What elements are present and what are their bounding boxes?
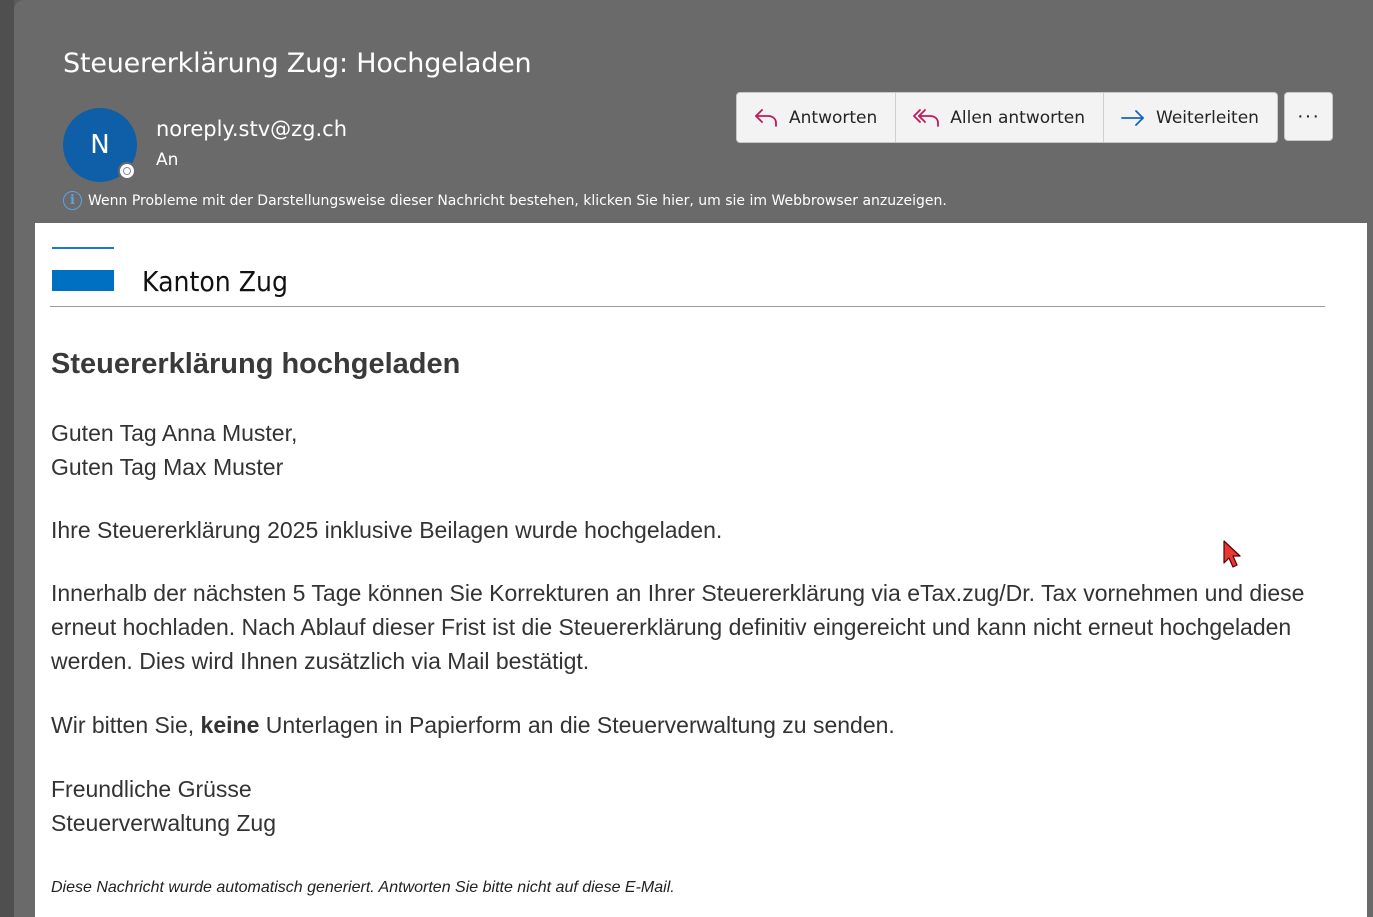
paragraph-no-paper-post: Unterlagen in Papierform an die Steuerve… <box>259 712 895 738</box>
reply-all-label: Allen antworten <box>950 107 1086 128</box>
forward-button[interactable]: Weiterleiten <box>1104 93 1277 142</box>
presence-status-icon <box>118 162 136 180</box>
kanton-zug-logo <box>52 270 114 291</box>
reply-icon <box>755 108 777 127</box>
paragraph-no-paper-bold: keine <box>200 712 260 738</box>
forward-icon <box>1121 109 1144 126</box>
greeting-line-1: Guten Tag Anna Muster, <box>51 420 298 446</box>
info-message[interactable]: Wenn Probleme mit der Darstellungsweise … <box>88 193 947 209</box>
info-bar[interactable]: i Wenn Probleme mit der Darstellungsweis… <box>63 191 947 210</box>
more-actions-button[interactable]: ··· <box>1284 92 1333 141</box>
window-edge <box>0 0 14 917</box>
brand-name: Kanton Zug <box>142 265 289 298</box>
reply-button[interactable]: Antworten <box>737 93 897 142</box>
divider <box>50 306 1325 307</box>
paragraph-no-paper: Wir bitten Sie, keine Unterlagen in Papi… <box>51 708 1341 742</box>
greeting: Guten Tag Anna Muster, Guten Tag Max Mus… <box>51 416 1341 484</box>
recipient-label[interactable]: An <box>156 150 178 170</box>
sender-address[interactable]: noreply.stv@zg.ch <box>156 117 347 141</box>
email-body: Kanton Zug Steuererklärung hochgeladen G… <box>35 223 1367 917</box>
paragraph-corrections: Innerhalb der nächsten 5 Tage können Sie… <box>51 580 1305 674</box>
email-subject: Steuererklärung Zug: Hochgeladen <box>63 48 532 79</box>
closing-line-2: Steuerverwaltung Zug <box>51 810 277 836</box>
closing: Freundliche Grüsse Steuerverwaltung Zug <box>51 772 1341 840</box>
cursor-icon <box>1223 540 1241 568</box>
body-heading: Steuererklärung hochgeladen <box>51 348 461 380</box>
email-reading-pane: Steuererklärung Zug: Hochgeladen N norep… <box>14 0 1373 917</box>
paragraph-no-paper-pre: Wir bitten Sie, <box>51 712 201 738</box>
reply-all-button[interactable]: Allen antworten <box>896 93 1105 142</box>
auto-generated-note: Diese Nachricht wurde automatisch generi… <box>51 879 675 896</box>
greeting-line-2: Guten Tag Max Muster <box>51 454 284 480</box>
message-actions: Antworten Allen antworten Weiterleiten <box>736 92 1278 143</box>
reply-label: Antworten <box>789 107 878 128</box>
avatar-initial: N <box>90 130 110 160</box>
reply-all-icon <box>913 108 940 127</box>
paragraph-upload: Ihre Steuererklärung 2025 inklusive Beil… <box>51 517 723 543</box>
more-icon: ··· <box>1297 105 1320 127</box>
forward-label: Weiterleiten <box>1156 107 1259 128</box>
closing-line-1: Freundliche Grüsse <box>51 776 252 802</box>
info-icon: i <box>63 191 82 210</box>
logo-top-line <box>52 247 114 249</box>
